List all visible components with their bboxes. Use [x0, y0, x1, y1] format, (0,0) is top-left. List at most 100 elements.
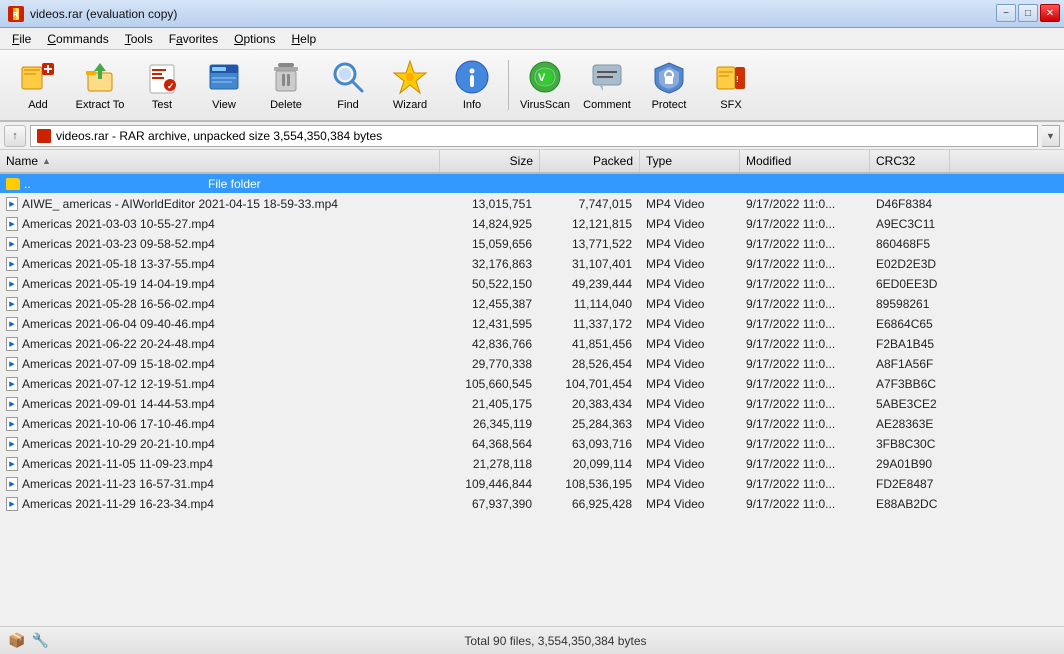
minimize-button[interactable]: −	[996, 4, 1016, 22]
table-row[interactable]: ▶ AIWE_ americas - AIWorldEditor 2021-04…	[0, 194, 1064, 214]
file-modified: 9/17/2022 11:0...	[740, 197, 870, 211]
toolbar-virusscan-button[interactable]: V VirusScan	[515, 55, 575, 115]
file-type: MP4 Video	[640, 377, 740, 391]
file-crc: 860468F5	[870, 237, 950, 251]
address-dropdown-button[interactable]: ▼	[1042, 125, 1060, 147]
file-name-text: Americas 2021-05-28 16-56-02.mp4	[22, 297, 215, 311]
file-crc: A7F3BB6C	[870, 377, 950, 391]
svg-text:✓: ✓	[167, 81, 175, 91]
file-packed: 20,099,114	[540, 457, 640, 471]
table-row[interactable]: ▶ Americas 2021-03-23 09-58-52.mp4 15,05…	[0, 234, 1064, 254]
col-header-packed[interactable]: Packed	[540, 150, 640, 172]
table-row[interactable]: ▶ Americas 2021-05-28 16-56-02.mp4 12,45…	[0, 294, 1064, 314]
table-row[interactable]: ▶ Americas 2021-09-01 14-44-53.mp4 21,40…	[0, 394, 1064, 414]
virusscan-label: VirusScan	[520, 99, 570, 111]
video-icon: ▶	[6, 397, 18, 411]
comment-label: Comment	[583, 99, 631, 111]
toolbar-separator	[508, 60, 509, 110]
table-row[interactable]: ▶ Americas 2021-06-04 09-40-46.mp4 12,43…	[0, 314, 1064, 334]
col-header-modified[interactable]: Modified	[740, 150, 870, 172]
toolbar-add-button[interactable]: Add	[8, 55, 68, 115]
menu-tools[interactable]: Tools	[117, 30, 161, 48]
find-icon	[330, 59, 366, 95]
file-packed: 13,771,522	[540, 237, 640, 251]
toolbar-wizard-button[interactable]: Wizard	[380, 55, 440, 115]
file-name-text: Americas 2021-05-18 13-37-55.mp4	[22, 257, 215, 271]
toolbar-view-button[interactable]: View	[194, 55, 254, 115]
status-icon2: 🔧	[31, 632, 48, 649]
menu-favorites[interactable]: Favorites	[161, 30, 226, 48]
toolbar-protect-button[interactable]: Protect	[639, 55, 699, 115]
toolbar-find-button[interactable]: Find	[318, 55, 378, 115]
file-type: MP4 Video	[640, 477, 740, 491]
toolbar-info-button[interactable]: Info	[442, 55, 502, 115]
virusscan-icon: V	[527, 59, 563, 95]
file-size: 105,660,545	[440, 377, 540, 391]
toolbar-test-button[interactable]: ✓ Test	[132, 55, 192, 115]
file-list[interactable]: .. File folder ▶ AIWE_ americas - AIWorl…	[0, 174, 1064, 626]
file-name: ▶ Americas 2021-10-29 20-21-10.mp4	[0, 437, 440, 451]
toolbar-extract-button[interactable]: Extract To	[70, 55, 130, 115]
file-type: MP4 Video	[640, 277, 740, 291]
col-header-crc[interactable]: CRC32	[870, 150, 950, 172]
file-size: 21,278,118	[440, 457, 540, 471]
col-header-size[interactable]: Size	[440, 150, 540, 172]
file-name-text: Americas 2021-09-01 14-44-53.mp4	[22, 397, 215, 411]
table-row[interactable]: ▶ Americas 2021-10-29 20-21-10.mp4 64,36…	[0, 434, 1064, 454]
file-type: MP4 Video	[640, 497, 740, 511]
file-packed: 28,526,454	[540, 357, 640, 371]
video-icon: ▶	[6, 217, 18, 231]
file-crc: FD2E8487	[870, 477, 950, 491]
table-row[interactable]: ▶ Americas 2021-07-12 12-19-51.mp4 105,6…	[0, 374, 1064, 394]
file-name-text: Americas 2021-10-06 17-10-46.mp4	[22, 417, 215, 431]
file-packed: 25,284,363	[540, 417, 640, 431]
table-row[interactable]: ▶ Americas 2021-06-22 20-24-48.mp4 42,83…	[0, 334, 1064, 354]
table-row[interactable]: ▶ Americas 2021-11-05 11-09-23.mp4 21,27…	[0, 454, 1064, 474]
file-name-text: Americas 2021-03-23 09-58-52.mp4	[22, 237, 215, 251]
sfx-label: SFX	[720, 99, 741, 111]
col-header-name[interactable]: Name ▲	[0, 150, 440, 172]
delete-icon	[268, 59, 304, 95]
video-icon: ▶	[6, 197, 18, 211]
toolbar-delete-button[interactable]: Delete	[256, 55, 316, 115]
maximize-button[interactable]: □	[1018, 4, 1038, 22]
video-icon: ▶	[6, 277, 18, 291]
file-size: 12,431,595	[440, 317, 540, 331]
table-row[interactable]: ▶ Americas 2021-05-19 14-04-19.mp4 50,52…	[0, 274, 1064, 294]
toolbar-comment-button[interactable]: Comment	[577, 55, 637, 115]
col-header-type[interactable]: Type	[640, 150, 740, 172]
file-modified: 9/17/2022 11:0...	[740, 497, 870, 511]
file-modified: 9/17/2022 11:0...	[740, 237, 870, 251]
navigate-up-button[interactable]: ↑	[4, 125, 26, 147]
file-packed: 49,239,444	[540, 277, 640, 291]
table-row[interactable]: ▶ Americas 2021-11-23 16-57-31.mp4 109,4…	[0, 474, 1064, 494]
menu-help[interactable]: Help	[283, 30, 324, 48]
wizard-label: Wizard	[393, 99, 427, 111]
close-button[interactable]: ✕	[1040, 4, 1060, 22]
file-size: 21,405,175	[440, 397, 540, 411]
file-modified: 9/17/2022 11:0...	[740, 477, 870, 491]
table-row[interactable]: ▶ Americas 2021-03-03 10-55-27.mp4 14,82…	[0, 214, 1064, 234]
table-row[interactable]: ▶ Americas 2021-07-09 15-18-02.mp4 29,77…	[0, 354, 1064, 374]
toolbar-sfx-button[interactable]: ! SFX	[701, 55, 761, 115]
table-row[interactable]: ▶ Americas 2021-11-29 16-23-34.mp4 67,93…	[0, 494, 1064, 514]
file-crc: 89598261	[870, 297, 950, 311]
file-modified: 9/17/2022 11:0...	[740, 217, 870, 231]
menu-commands[interactable]: Commands	[39, 30, 116, 48]
table-row[interactable]: .. File folder	[0, 174, 1064, 194]
file-modified: 9/17/2022 11:0...	[740, 277, 870, 291]
file-type: MP4 Video	[640, 237, 740, 251]
wizard-icon	[392, 59, 428, 95]
table-row[interactable]: ▶ Americas 2021-10-06 17-10-46.mp4 26,34…	[0, 414, 1064, 434]
file-type: MP4 Video	[640, 217, 740, 231]
video-icon: ▶	[6, 437, 18, 451]
file-name-text: ..	[24, 177, 31, 191]
menu-options[interactable]: Options	[226, 30, 283, 48]
file-name: ▶ Americas 2021-11-29 16-23-34.mp4	[0, 497, 440, 511]
file-type: MP4 Video	[640, 397, 740, 411]
menu-file[interactable]: File	[4, 30, 39, 48]
file-size: 26,345,119	[440, 417, 540, 431]
sort-arrow: ▲	[42, 156, 51, 166]
table-row[interactable]: ▶ Americas 2021-05-18 13-37-55.mp4 32,17…	[0, 254, 1064, 274]
file-name: ▶ Americas 2021-06-04 09-40-46.mp4	[0, 317, 440, 331]
